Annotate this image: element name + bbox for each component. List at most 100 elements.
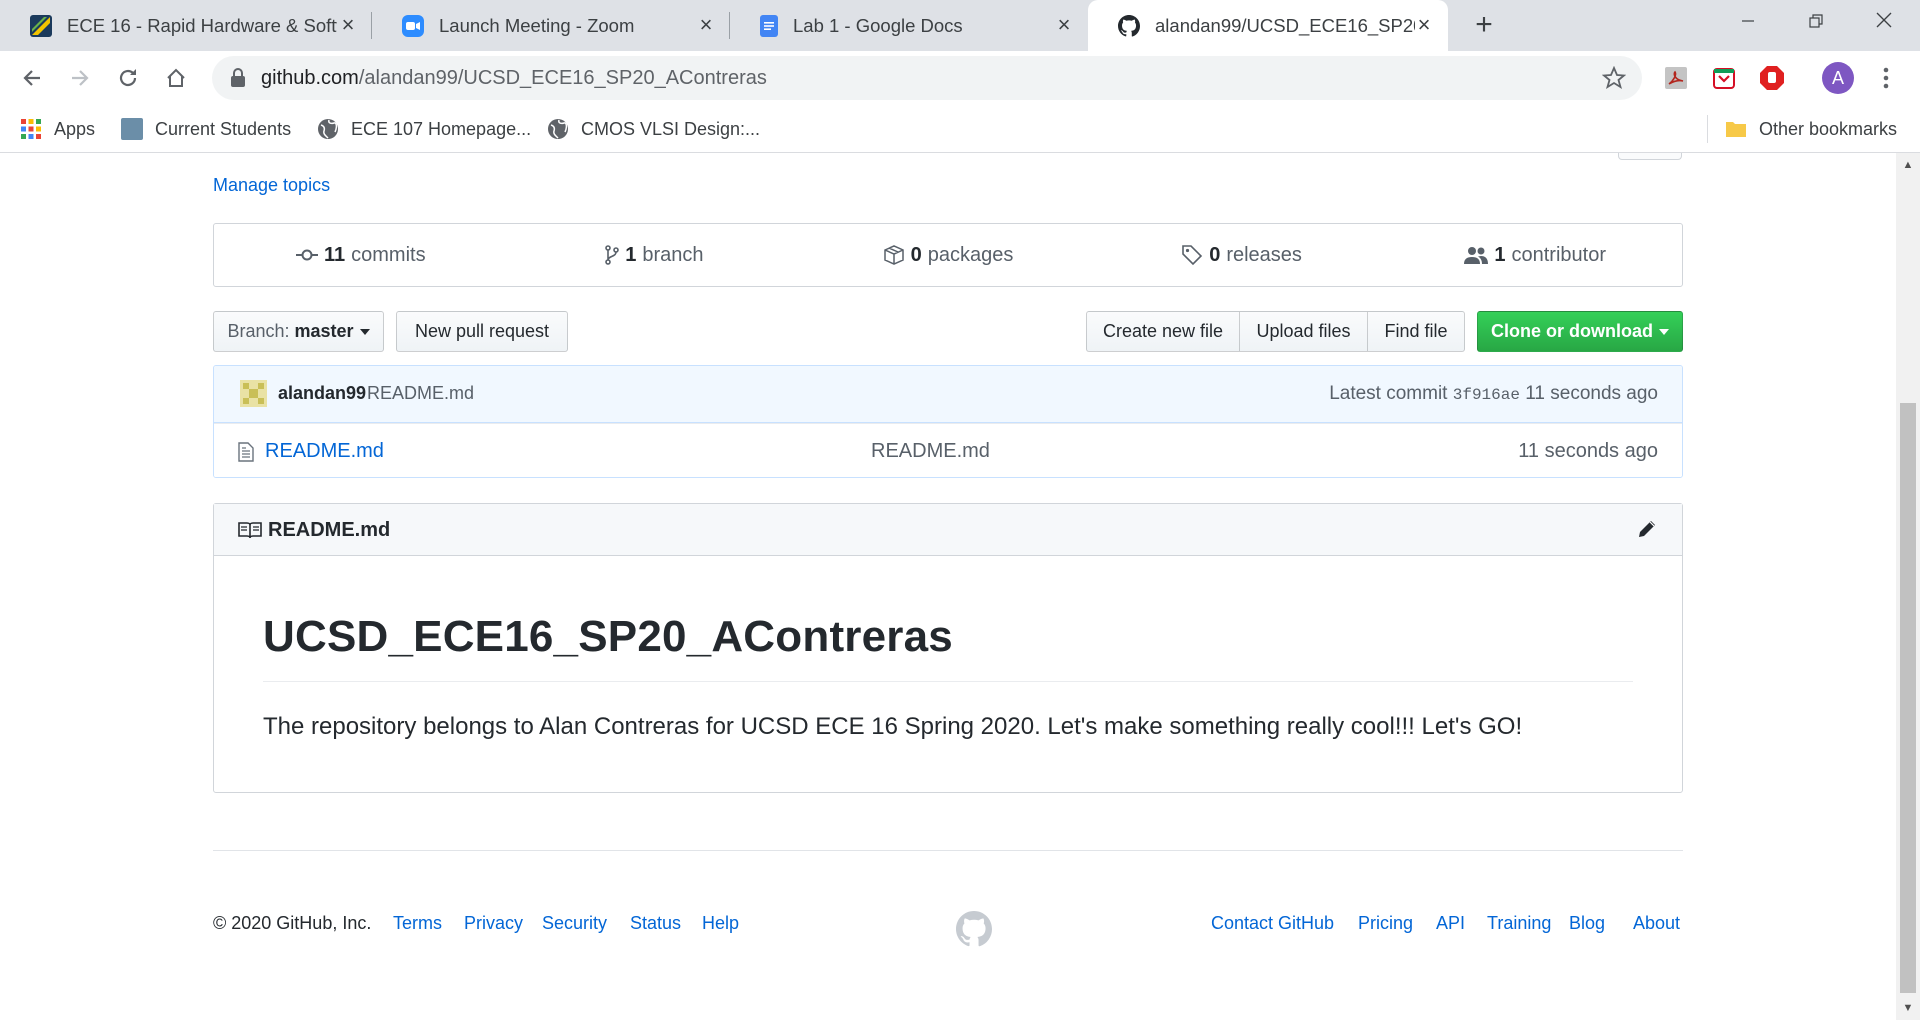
minimize-icon[interactable] [1714,0,1782,44]
apps-grid-icon [20,118,42,140]
home-icon[interactable] [157,59,195,97]
tab-ece16[interactable]: ECE 16 - Rapid Hardware & Softw × [0,0,372,51]
footer-privacy-link[interactable]: Privacy [464,913,523,934]
restore-icon[interactable] [1782,0,1850,44]
tab-google-docs[interactable]: Lab 1 - Google Docs × [730,0,1088,51]
readme-title: UCSD_ECE16_SP20_AContreras [263,612,953,661]
footer-status-link[interactable]: Status [630,913,681,934]
footer-about-link[interactable]: About [1633,913,1680,934]
tab-title: alandan99/UCSD_ECE16_SP20_AC [1155,14,1415,36]
bookmark-label: ECE 107 Homepage... [351,118,532,139]
browser-tab-strip: ECE 16 - Rapid Hardware & Softw × Launch… [0,0,1920,51]
tab-title: ECE 16 - Rapid Hardware & Softw [67,14,337,36]
close-tab-icon[interactable]: × [1052,13,1076,37]
close-tab-icon[interactable]: × [694,13,718,37]
github-logo-icon[interactable] [956,911,993,947]
footer-security-link[interactable]: Security [542,913,607,934]
topics-button-edge[interactable] [1618,153,1682,160]
close-tab-icon[interactable]: × [1412,13,1436,37]
commits-count[interactable]: 11 commits [214,224,508,286]
file-table: alandan99 README.md Latest commit 3f916a… [213,365,1683,478]
profile-avatar[interactable]: A [1822,62,1854,94]
footer-training-link[interactable]: Training [1487,913,1551,934]
bookmark-label: CMOS VLSI Design:... [581,118,761,139]
ucsd-icon [121,118,143,140]
commit-sha-link[interactable]: 3f916ae [1453,386,1520,404]
branches-count[interactable]: 1 branch [508,224,802,286]
file-age: 11 seconds ago [1518,440,1658,462]
bookmarks-separator [1707,115,1708,143]
author-avatar[interactable] [240,380,267,407]
readme-description: The repository belongs to Alan Contreras… [263,713,1523,740]
branch-name: master [294,321,354,341]
branch-prefix: Branch: [227,321,290,341]
releases-label: releases [1226,243,1302,266]
forward-icon[interactable] [61,59,99,97]
reload-icon[interactable] [109,59,147,97]
address-bar[interactable]: github.com/alandan99/UCSD_ECE16_SP20_ACo… [212,56,1642,100]
commit-age: 11 seconds ago [1525,383,1658,404]
back-icon[interactable] [13,59,51,97]
tab-zoom[interactable]: Launch Meeting - Zoom × [372,0,730,51]
new-tab-icon[interactable]: + [1466,8,1502,44]
releases-count[interactable]: 0 releases [1095,224,1389,286]
readme-header: README.md [214,504,1682,556]
tag-icon [1182,245,1203,266]
page-viewport: Manage topics 11 commits 1 branch 0 package… [0,153,1896,1020]
contributors-count[interactable]: 1 contributor [1388,224,1682,286]
bookmark-star-icon[interactable] [1601,65,1627,90]
commit-message-link[interactable]: README.md [367,383,474,404]
pocket-extension-icon[interactable] [1710,64,1738,92]
branch-icon [605,245,620,265]
bookmark-ece107[interactable]: ECE 107 Homepage... [317,115,531,143]
readme-header-title: README.md [268,519,391,541]
find-file-button[interactable]: Find file [1367,311,1465,352]
footer-blog-link[interactable]: Blog [1569,913,1605,934]
bookmark-apps[interactable]: Apps [20,115,95,143]
zoom-icon [402,14,424,37]
url-text: github.com/alandan99/UCSD_ECE16_SP20_ACo… [261,67,767,90]
package-icon [883,245,904,265]
scroll-up-arrow-icon[interactable]: ▲ [1902,159,1914,171]
close-window-icon[interactable] [1850,0,1918,44]
footer-api-link[interactable]: API [1436,913,1465,934]
bookmark-cmos-vlsi[interactable]: CMOS VLSI Design:... [547,115,760,143]
clone-or-download-button[interactable]: Clone or download [1477,311,1683,352]
file-row: README.md README.md 11 seconds ago [214,423,1682,477]
file-name-link[interactable]: README.md [265,440,384,463]
scroll-down-arrow-icon[interactable]: ▼ [1902,1002,1914,1014]
tab-github-repo[interactable]: alandan99/UCSD_ECE16_SP20_AC × [1088,0,1448,51]
branches-label: branch [642,243,704,266]
footer-pricing-link[interactable]: Pricing [1358,913,1413,934]
footer-help-link[interactable]: Help [702,913,739,934]
footer-contact-link[interactable]: Contact GitHub [1211,913,1334,934]
bookmark-current-students[interactable]: Current Students [121,115,291,143]
close-tab-icon[interactable]: × [336,13,360,37]
book-icon [238,521,262,544]
scrollbar-thumb[interactable] [1900,403,1916,993]
bookmark-label: Other bookmarks [1759,118,1898,139]
new-pull-request-button[interactable]: New pull request [396,311,568,352]
caret-down-icon [359,328,370,335]
file-commit-message-link[interactable]: README.md [871,440,990,463]
page-scrollbar[interactable]: ▲ ▼ [1896,153,1920,1020]
adblock-extension-icon[interactable] [1758,64,1786,92]
menu-kebab-icon[interactable] [1874,64,1898,92]
upload-files-button[interactable]: Upload files [1239,311,1368,352]
packages-count[interactable]: 0 packages [801,224,1095,286]
manage-topics-link[interactable]: Manage topics [213,175,330,196]
pdf-extension-icon[interactable] [1662,64,1690,92]
contributors-label: contributor [1511,243,1606,266]
pencil-edit-icon[interactable] [1636,518,1658,545]
tab-title: Launch Meeting - Zoom [439,14,635,36]
branch-select-button[interactable]: Branch: master [213,311,384,352]
bookmark-other[interactable]: Other bookmarks [1725,115,1897,143]
branches-number: 1 [625,243,637,266]
footer-terms-link[interactable]: Terms [393,913,442,934]
bookmark-label: Apps [54,118,96,139]
commit-author-link[interactable]: alandan99 [278,383,366,404]
ucsd-icon [30,14,52,37]
create-new-file-button[interactable]: Create new file [1086,311,1240,352]
url-host: github.com [261,67,359,89]
packages-label: packages [927,243,1014,266]
